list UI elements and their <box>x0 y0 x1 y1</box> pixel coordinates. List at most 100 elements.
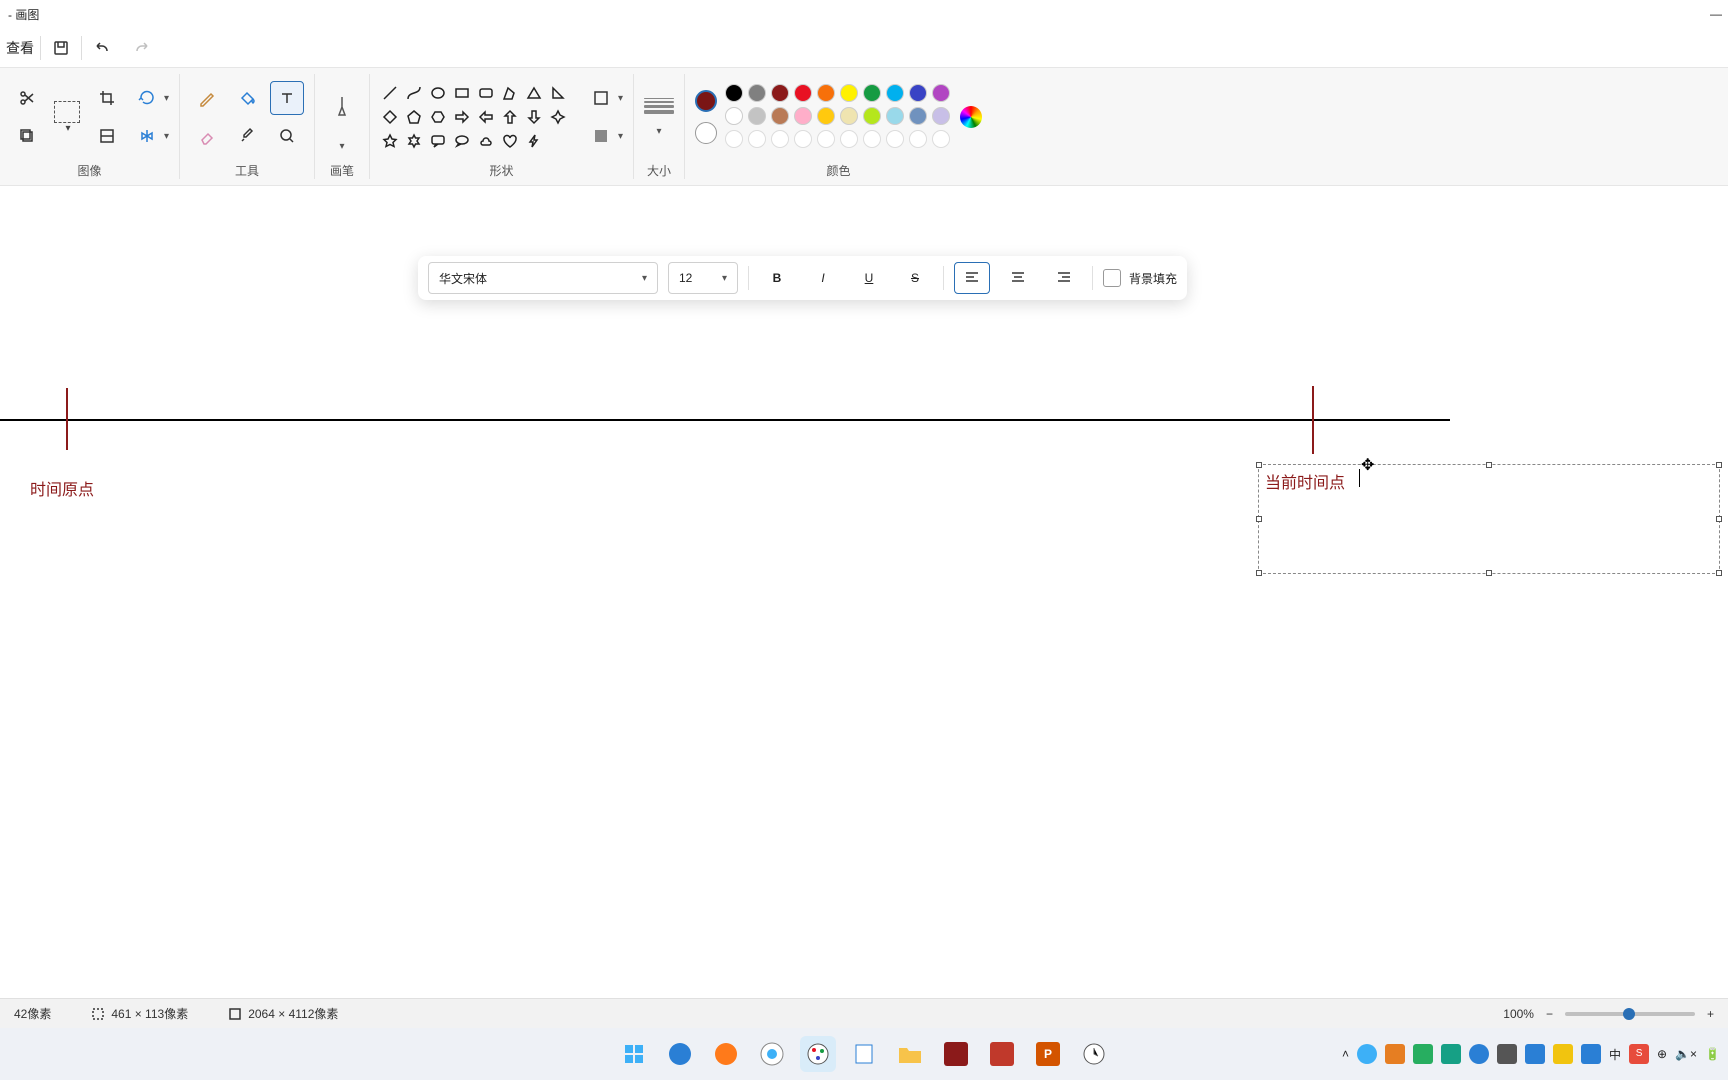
color-swatch[interactable] <box>932 107 950 125</box>
crop-button[interactable] <box>90 81 124 115</box>
select-button[interactable] <box>54 101 80 123</box>
clock-button[interactable] <box>1076 1036 1112 1072</box>
edit-colors-button[interactable] <box>960 106 982 128</box>
fill-button[interactable] <box>230 81 264 115</box>
shape-outline-button[interactable] <box>584 81 618 115</box>
powerpoint-button[interactable]: P <box>1030 1036 1066 1072</box>
app-button-1[interactable] <box>938 1036 974 1072</box>
italic-button[interactable]: I <box>805 262 841 294</box>
magnifier-button[interactable] <box>270 119 304 153</box>
shape-hexagon[interactable] <box>428 107 448 127</box>
shape-triangle[interactable] <box>524 83 544 103</box>
color-swatch[interactable] <box>909 84 927 102</box>
resize-handle-nw[interactable] <box>1256 462 1262 468</box>
text-button[interactable] <box>270 81 304 115</box>
color-swatch[interactable] <box>748 130 766 148</box>
chevron-down-icon[interactable]: ▾ <box>657 126 662 137</box>
tray-icon-3[interactable] <box>1413 1044 1433 1064</box>
eraser-button[interactable] <box>190 119 224 153</box>
undo-button[interactable] <box>82 28 122 68</box>
flip-button[interactable] <box>130 119 164 153</box>
underline-button[interactable]: U <box>851 262 887 294</box>
font-size-select[interactable]: 12▾ <box>668 262 738 294</box>
strike-button[interactable]: S <box>897 262 933 294</box>
color-swatch[interactable] <box>794 130 812 148</box>
chrome-button[interactable] <box>754 1036 790 1072</box>
bg-fill-toggle[interactable]: 背景填充 <box>1103 269 1177 287</box>
redo-button[interactable] <box>122 28 162 68</box>
start-button[interactable] <box>616 1036 652 1072</box>
color-swatch[interactable] <box>771 84 789 102</box>
color-swatch[interactable] <box>725 130 743 148</box>
firefox-button[interactable] <box>708 1036 744 1072</box>
tray-icon-1[interactable] <box>1357 1044 1377 1064</box>
pencil-button[interactable] <box>190 81 224 115</box>
shape-arrow-left[interactable] <box>476 107 496 127</box>
notepad-button[interactable] <box>846 1036 882 1072</box>
color-swatch[interactable] <box>725 107 743 125</box>
tray-icon-5[interactable] <box>1469 1044 1489 1064</box>
sogou-icon[interactable]: S <box>1629 1044 1649 1064</box>
color-swatch[interactable] <box>840 130 858 148</box>
color-swatch[interactable] <box>840 84 858 102</box>
color-swatch[interactable] <box>909 130 927 148</box>
resize-handle-ne[interactable] <box>1716 462 1722 468</box>
color-swatch[interactable] <box>725 84 743 102</box>
shape-callout-cloud[interactable] <box>476 131 496 151</box>
chevron-down-icon[interactable]: ▾ <box>65 123 70 134</box>
color-swatch[interactable] <box>771 107 789 125</box>
copy-button[interactable] <box>10 119 44 153</box>
battery-icon[interactable]: 🔋 <box>1705 1047 1720 1061</box>
color-2-button[interactable] <box>695 122 717 144</box>
size-button[interactable] <box>644 98 674 114</box>
shape-6star[interactable] <box>404 131 424 151</box>
resize-button[interactable] <box>90 119 124 153</box>
shape-curve[interactable] <box>404 83 424 103</box>
shape-heart[interactable] <box>500 131 520 151</box>
color-1-button[interactable] <box>695 90 717 112</box>
shape-4star[interactable] <box>548 107 568 127</box>
chevron-down-icon[interactable]: ▾ <box>340 141 345 152</box>
color-swatch[interactable] <box>886 130 904 148</box>
shape-rect[interactable] <box>452 83 472 103</box>
color-swatch[interactable] <box>794 107 812 125</box>
color-swatch[interactable] <box>794 84 812 102</box>
shape-lightning[interactable] <box>524 131 544 151</box>
shape-oval[interactable] <box>428 83 448 103</box>
shape-polygon[interactable] <box>500 83 520 103</box>
resize-handle-se[interactable] <box>1716 570 1722 576</box>
paint-taskbar-button[interactable] <box>800 1036 836 1072</box>
color-swatch[interactable] <box>886 84 904 102</box>
resize-handle-n[interactable] <box>1486 462 1492 468</box>
color-swatch[interactable] <box>817 84 835 102</box>
canvas[interactable]: 时间原点 当前时间点 ✥ <box>0 236 1728 962</box>
shapes-gallery[interactable] <box>380 83 568 151</box>
tray-icon-2[interactable] <box>1385 1044 1405 1064</box>
shape-arrow-down[interactable] <box>524 107 544 127</box>
bold-button[interactable]: B <box>759 262 795 294</box>
color-swatch[interactable] <box>863 130 881 148</box>
tray-icon-8[interactable] <box>1553 1044 1573 1064</box>
color-swatch[interactable] <box>909 107 927 125</box>
resize-handle-e[interactable] <box>1716 516 1722 522</box>
zoom-in-button[interactable]: + <box>1707 1007 1714 1021</box>
tray-chevron[interactable]: ˄ <box>1342 1047 1349 1061</box>
bluetooth-icon[interactable] <box>1525 1044 1545 1064</box>
shape-5star[interactable] <box>380 131 400 151</box>
align-left-button[interactable] <box>954 262 990 294</box>
font-select[interactable]: 华文宋体▾ <box>428 262 658 294</box>
shape-fill-button[interactable] <box>584 119 618 153</box>
text-box-active[interactable]: 当前时间点 ✥ <box>1258 464 1720 574</box>
tray-icon-4[interactable] <box>1441 1044 1461 1064</box>
color-swatch[interactable] <box>771 130 789 148</box>
resize-handle-s[interactable] <box>1486 570 1492 576</box>
shape-pentagon[interactable] <box>404 107 424 127</box>
tray-icon-9[interactable] <box>1581 1044 1601 1064</box>
shape-diamond[interactable] <box>380 107 400 127</box>
edge-button[interactable] <box>662 1036 698 1072</box>
align-center-button[interactable] <box>1000 262 1036 294</box>
zoom-out-button[interactable]: − <box>1546 1007 1553 1021</box>
explorer-button[interactable] <box>892 1036 928 1072</box>
color-swatch[interactable] <box>863 84 881 102</box>
shape-arrow-right[interactable] <box>452 107 472 127</box>
